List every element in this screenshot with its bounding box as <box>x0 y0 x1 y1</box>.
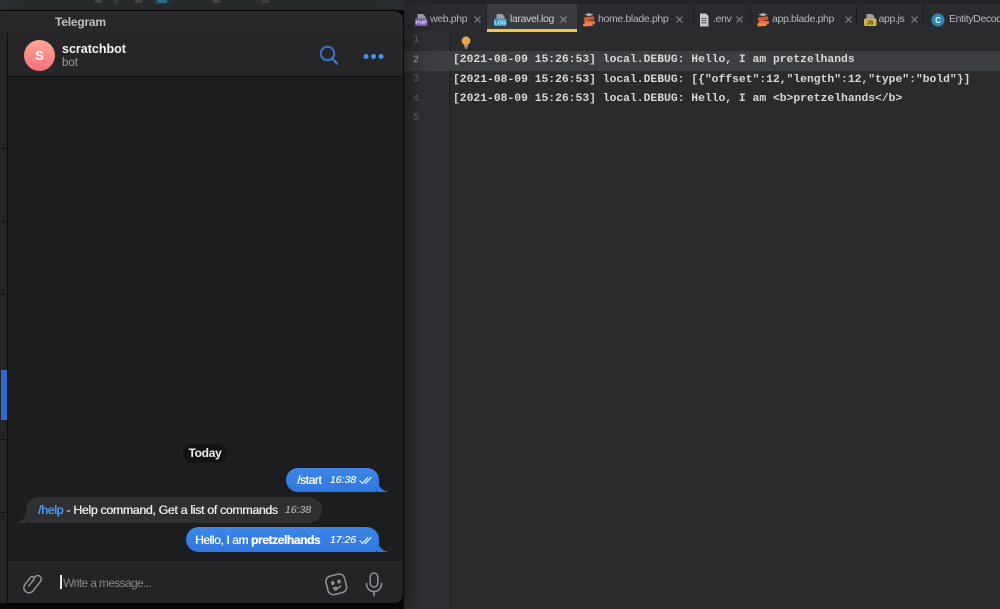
svg-text:LOG: LOG <box>494 21 506 27</box>
svg-text:JS: JS <box>867 21 874 27</box>
svg-text:C: C <box>935 16 941 25</box>
svg-text:PHP: PHP <box>416 21 428 27</box>
